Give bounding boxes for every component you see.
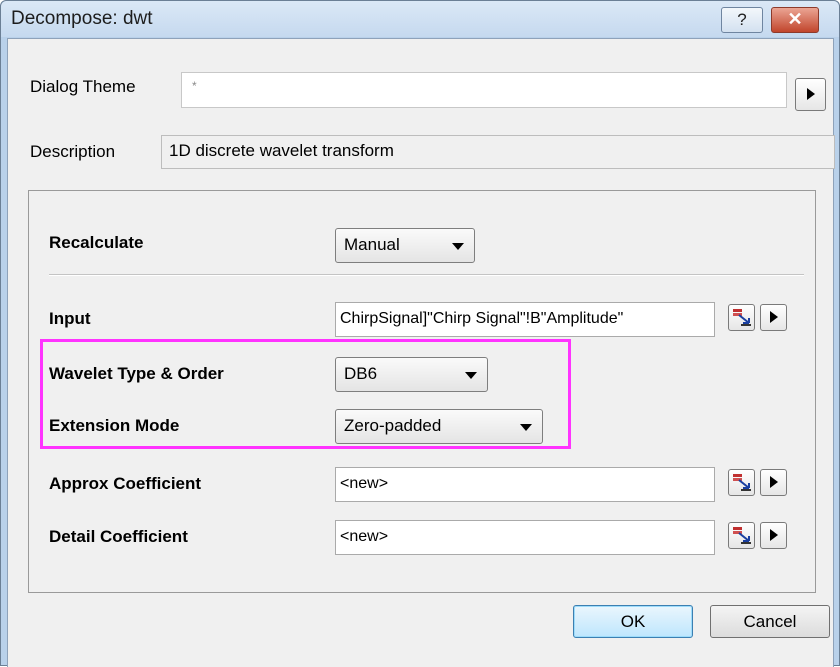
close-icon: ✕: [787, 9, 803, 29]
window-title: Decompose: dwt: [11, 8, 153, 29]
ok-button[interactable]: OK: [573, 605, 693, 638]
recalculate-label: Recalculate: [49, 233, 144, 252]
description-label: Description: [30, 142, 116, 161]
select-range-icon: [733, 474, 751, 491]
dialog-window: Decompose: dwt ? ✕ Dialog Theme * Descri…: [0, 0, 840, 667]
input-label: Input: [49, 309, 91, 328]
input-field[interactable]: ChirpSignal]"Chirp Signal"!B"Amplitude": [335, 302, 715, 337]
chevron-down-icon: [452, 243, 464, 250]
separator: [49, 274, 804, 276]
detail-menu-button[interactable]: [760, 522, 787, 549]
detail-coefficient-label: Detail Coefficient: [49, 527, 188, 546]
detail-coefficient-field[interactable]: <new>: [335, 520, 715, 555]
dialog-body: Dialog Theme * Description 1D discrete w…: [7, 38, 835, 667]
input-menu-button[interactable]: [760, 304, 787, 331]
recalculate-value: Manual: [344, 235, 400, 254]
help-button[interactable]: ?: [721, 7, 763, 33]
help-icon: ?: [737, 10, 747, 29]
highlight-box: [40, 339, 571, 449]
cancel-button[interactable]: Cancel: [710, 605, 830, 638]
approx-menu-button[interactable]: [760, 469, 787, 496]
detail-select-button[interactable]: [728, 522, 755, 549]
select-range-icon: [733, 309, 751, 326]
approx-select-button[interactable]: [728, 469, 755, 496]
title-bar[interactable]: Decompose: dwt ? ✕: [1, 1, 839, 37]
recalculate-dropdown[interactable]: Manual: [335, 228, 475, 263]
dialog-theme-input[interactable]: *: [181, 72, 787, 108]
description-field: 1D discrete wavelet transform: [161, 135, 835, 169]
close-button[interactable]: ✕: [771, 7, 819, 33]
approx-coefficient-label: Approx Coefficient: [49, 474, 202, 493]
dialog-theme-label: Dialog Theme: [30, 77, 136, 96]
theme-menu-button[interactable]: [795, 78, 826, 111]
approx-coefficient-field[interactable]: <new>: [335, 467, 715, 502]
select-range-icon: [733, 527, 751, 544]
input-select-button[interactable]: [728, 304, 755, 331]
